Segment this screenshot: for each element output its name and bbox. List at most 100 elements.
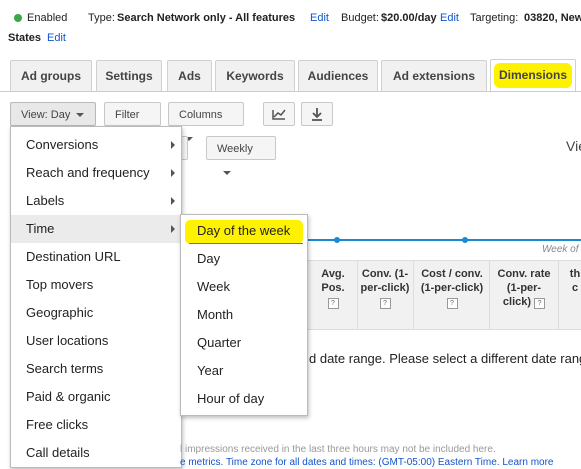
submenu-item-hour-of-day[interactable]: Hour of day — [181, 385, 307, 413]
chart-toggle-button[interactable] — [263, 102, 295, 126]
column-header-avg-pos[interactable]: Avg. Pos.? — [313, 267, 353, 309]
tab-settings[interactable]: Settings — [96, 60, 162, 91]
column-header-label: Avg. Pos. — [321, 268, 345, 294]
targeting-value: 03820, New — [524, 12, 581, 24]
divider — [489, 261, 490, 329]
metrics-link-text[interactable]: e metrics. Time zone for all dates and t… — [180, 457, 500, 468]
submenu-item-day[interactable]: Day — [181, 245, 307, 273]
filter-button-label: Filter — [115, 109, 140, 121]
tab-dimensions[interactable]: Dimensions — [490, 59, 576, 91]
tab-ad-extensions[interactable]: Ad extensions — [381, 60, 487, 91]
menu-item-label: Destination URL — [26, 249, 121, 264]
chevron-right-icon — [171, 141, 175, 149]
targeting-value-cont: States — [8, 32, 42, 44]
submenu-item-label: Hour of day — [197, 391, 265, 406]
menu-item-label: Conversions — [26, 137, 99, 152]
tab-bar: Ad groups Settings Ads Keywords Audience… — [0, 58, 581, 92]
tab-label: Ads — [178, 69, 201, 83]
submenu-item-year[interactable]: Year — [181, 357, 307, 385]
menu-item-search-terms[interactable]: Search terms — [11, 355, 181, 383]
menu-item-label: Reach and frequency — [26, 165, 150, 180]
menu-item-label: Time — [26, 221, 55, 236]
time-submenu: Day of the week Day Week Month Quarter Y… — [180, 214, 308, 416]
graph-point — [462, 237, 468, 243]
menu-item-time[interactable]: Time — [11, 215, 181, 243]
column-header-clipped[interactable]: th c — [568, 267, 581, 295]
timezone-footnote: e metrics. Time zone for all dates and t… — [180, 457, 553, 468]
help-icon[interactable]: ? — [446, 298, 458, 309]
submenu-item-label: Week — [197, 279, 230, 294]
chevron-right-icon — [171, 197, 175, 205]
weekly-dropdown[interactable]: Weekly — [206, 136, 276, 176]
menu-item-geographic[interactable]: Geographic — [11, 299, 181, 327]
help-icon[interactable]: ? — [534, 298, 546, 309]
column-header-conversions[interactable]: Conv. (1-per-click) ? — [360, 267, 410, 309]
help-icon[interactable]: ? — [327, 298, 339, 309]
menu-item-call-details[interactable]: Call details — [11, 439, 181, 467]
menu-item-label: Search terms — [26, 361, 104, 376]
menu-item-label: Paid & organic — [26, 389, 111, 404]
chevron-down-icon — [223, 171, 231, 176]
submenu-item-quarter[interactable]: Quarter — [181, 329, 307, 357]
submenu-item-label: Day of the week — [197, 223, 291, 238]
menu-item-conversions[interactable]: Conversions — [11, 131, 181, 159]
edit-budget-link[interactable]: Edit — [440, 8, 459, 28]
submenu-item-label: Year — [197, 363, 224, 378]
submenu-item-month[interactable]: Month — [181, 301, 307, 329]
tab-ad-groups[interactable]: Ad groups — [10, 60, 92, 91]
filter-button[interactable]: Filter — [104, 102, 161, 142]
chevron-right-icon — [171, 225, 175, 233]
learn-more-link[interactable]: Learn more — [502, 457, 553, 468]
menu-item-top-movers[interactable]: Top movers — [11, 271, 181, 299]
submenu-item-day-of-the-week[interactable]: Day of the week — [181, 217, 307, 245]
tab-label: Ad groups — [21, 69, 81, 83]
type-label: Type: — [88, 12, 115, 24]
tab-keywords[interactable]: Keywords — [215, 60, 295, 91]
enabled-status-icon — [14, 14, 22, 22]
graph-point — [334, 237, 340, 243]
menu-item-labels[interactable]: Labels — [11, 187, 181, 215]
menu-item-paid-and-organic[interactable]: Paid & organic — [11, 383, 181, 411]
type-value: Search Network only - All features — [117, 12, 296, 24]
download-icon — [312, 108, 322, 121]
tab-audiences[interactable]: Audiences — [298, 60, 378, 91]
divider — [558, 261, 559, 329]
tab-label: Settings — [105, 69, 153, 83]
column-header-conv-rate[interactable]: Conv. rate (1-per-click) ? — [493, 267, 555, 309]
menu-item-destination-url[interactable]: Destination URL — [11, 243, 181, 271]
menu-item-label: User locations — [26, 333, 109, 348]
no-data-message: d date range. Please select a different … — [309, 351, 581, 366]
view-link[interactable]: Vie — [566, 138, 581, 154]
status-text: Enabled — [27, 12, 68, 24]
menu-item-label: Top movers — [26, 277, 94, 292]
column-header-cost-per-conv[interactable]: Cost / conv. (1-per-click) ? — [420, 267, 484, 309]
divider — [357, 261, 358, 329]
targeting-label: Targeting: — [470, 12, 519, 24]
help-icon[interactable]: ? — [379, 298, 391, 309]
menu-item-label: Labels — [26, 193, 65, 208]
edit-type-link[interactable]: Edit — [310, 8, 329, 28]
chevron-down-icon — [76, 113, 85, 118]
submenu-item-week[interactable]: Week — [181, 273, 307, 301]
menu-item-user-locations[interactable]: User locations — [11, 327, 181, 355]
weekly-label: Weekly — [217, 143, 253, 155]
view-dropdown-button[interactable]: View: Day — [10, 102, 96, 126]
week-axis-label: Week of — [542, 244, 579, 255]
menu-item-free-clicks[interactable]: Free clicks — [11, 411, 181, 439]
tab-ads[interactable]: Ads — [167, 60, 212, 91]
menu-item-label: Free clicks — [26, 417, 89, 432]
edit-targeting-link[interactable]: Edit — [47, 28, 66, 48]
menu-item-reach-and-frequency[interactable]: Reach and frequency — [11, 159, 181, 187]
download-button[interactable] — [301, 102, 333, 126]
tab-label: Keywords — [226, 69, 284, 83]
budget-label: Budget: — [341, 12, 379, 24]
campaign-status-bar: Enabled Type: Search Network only - All … — [0, 8, 581, 48]
tab-label: Ad extensions — [392, 69, 476, 83]
menu-item-label: Geographic — [26, 305, 94, 320]
tab-label: Dimensions — [498, 68, 567, 82]
view-button-label: View: Day — [21, 109, 71, 121]
submenu-item-label: Month — [197, 307, 234, 322]
column-header-label: Conv. (1-per-click) — [360, 268, 410, 294]
columns-button[interactable]: Columns — [168, 102, 244, 142]
line-chart-icon — [272, 109, 286, 120]
